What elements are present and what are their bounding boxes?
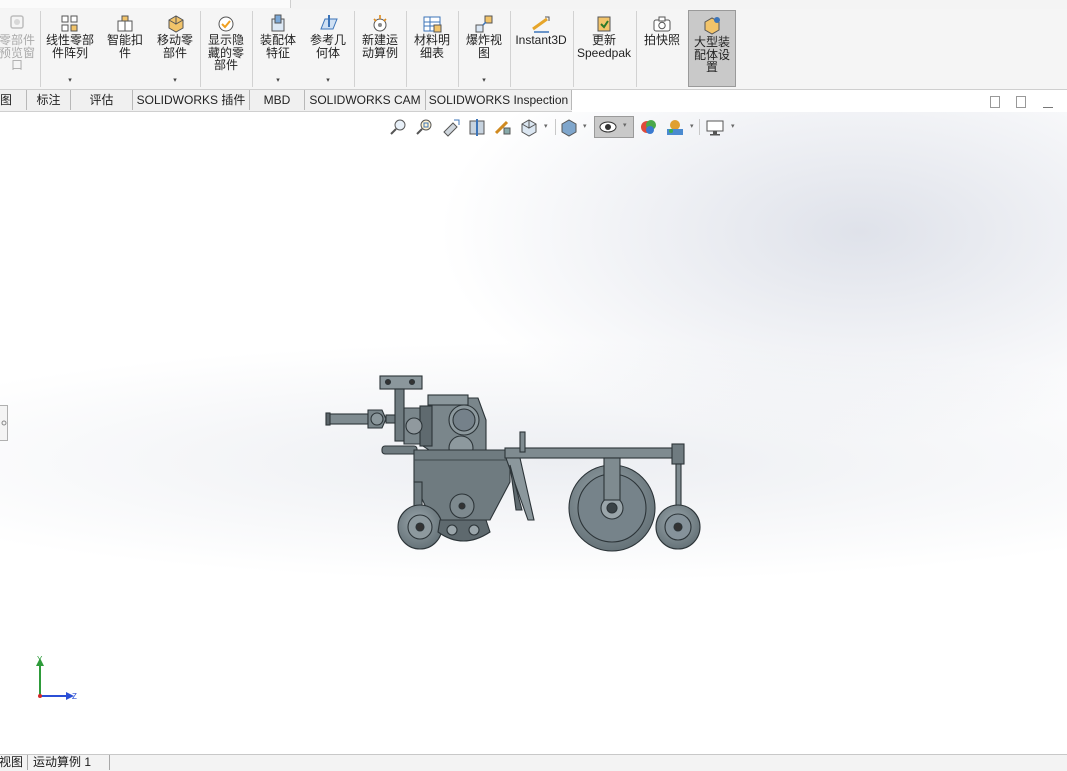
zoom-to-area-icon[interactable] — [415, 117, 435, 137]
section-view-icon[interactable] — [467, 117, 487, 137]
heads-up-view-toolbar: ▾ ▾ ▾ ▾ ▾ — [387, 116, 747, 138]
exploded-view-button[interactable]: 爆炸视 图 ▾ — [459, 9, 509, 89]
component-preview-window-button[interactable]: 零部件 预览窗 口 — [0, 9, 40, 89]
view-settings-icon[interactable] — [705, 117, 725, 137]
zoom-to-fit-icon[interactable] — [389, 117, 409, 137]
display-style-dropdown-icon[interactable]: ▾ — [583, 122, 587, 130]
bottom-tabs-bar: 视图 运动算例 1 — [0, 754, 1067, 771]
axis-y-label: Y — [37, 655, 43, 664]
feature-manager-collapse-handle[interactable] — [0, 405, 8, 441]
reference-geometry-button[interactable]: 参考几 何体 ▾ — [303, 9, 353, 89]
show-hidden-icon — [218, 16, 234, 32]
motion-study-icon — [373, 15, 387, 32]
command-manager-tabs: 图 标注 评估 SOLIDWORKS 插件 MBD SOLIDWORKS CAM… — [0, 90, 572, 112]
assembly-model[interactable] — [320, 370, 710, 555]
tab-mbd[interactable]: MBD — [250, 90, 305, 110]
assembly-feature-icon — [271, 14, 285, 32]
dropdown-caret-icon[interactable]: ▾ — [253, 76, 303, 84]
large-assembly-settings-button[interactable]: 大型装 配体设 置 — [688, 10, 736, 87]
dropdown-caret-icon[interactable]: ▾ — [303, 76, 353, 84]
axis-z-label: Z — [72, 692, 77, 701]
move-component-button[interactable]: 移动零 部件 ▾ — [151, 9, 199, 89]
smart-fastener-icon — [117, 15, 133, 32]
view-orientation-dropdown-icon[interactable]: ▾ — [544, 122, 548, 130]
preview-window-icon — [10, 15, 24, 29]
tile-left-icon[interactable] — [990, 96, 1000, 108]
exploded-view-icon — [475, 15, 493, 33]
display-style-icon[interactable] — [559, 117, 579, 137]
hide-show-items-icon — [599, 121, 617, 133]
new-motion-study-button[interactable]: 新建运 动算例 — [355, 9, 405, 89]
previous-view-icon[interactable] — [441, 117, 461, 137]
hud-separator — [699, 119, 700, 135]
camera-icon — [653, 16, 671, 32]
bom-table-icon — [423, 16, 442, 33]
dynamic-annotation-icon[interactable] — [493, 117, 513, 137]
tile-right-icon[interactable] — [1016, 96, 1026, 108]
edit-appearance-icon[interactable] — [639, 117, 659, 137]
instant3d-button[interactable]: Instant3D — [511, 9, 571, 89]
command-manager-ribbon: 零部件 预览窗 口 线性零部 件阵列 ▾ 智能扣 件 移动零 部件 ▾ 显示隐 … — [0, 9, 1067, 90]
take-snapshot-button[interactable]: 拍快照 — [637, 9, 687, 89]
coordinate-triad: Y Z — [36, 655, 77, 701]
reference-geometry-icon — [320, 15, 338, 30]
instant3d-icon — [532, 16, 550, 33]
window-controls — [987, 96, 1067, 112]
apply-scene-dropdown-icon[interactable]: ▾ — [690, 122, 694, 130]
hud-separator — [555, 119, 556, 135]
tab-sketch-partial[interactable]: 图 — [0, 90, 27, 110]
dropdown-caret-icon[interactable]: ▾ — [151, 76, 199, 84]
bill-of-materials-button[interactable]: 材料明 细表 — [407, 9, 457, 89]
hide-show-dropdown-icon[interactable]: ▾ — [623, 121, 627, 129]
document-tab[interactable] — [0, 0, 291, 8]
linear-pattern-icon — [61, 15, 78, 32]
tab-model-view[interactable]: 视图 — [0, 755, 28, 770]
dropdown-caret-icon[interactable]: ▾ — [459, 76, 509, 84]
tab-annotation[interactable]: 标注 — [27, 90, 71, 110]
view-orientation-icon[interactable] — [519, 117, 539, 137]
tab-motion-study-1[interactable]: 运动算例 1 — [28, 755, 110, 770]
apply-scene-icon[interactable] — [665, 117, 685, 137]
move-component-icon — [168, 15, 184, 33]
dropdown-caret-icon[interactable]: ▾ — [41, 76, 99, 84]
tab-solidworks-cam[interactable]: SOLIDWORKS CAM — [305, 90, 426, 110]
handle-dot-icon — [1, 420, 7, 426]
smart-fasteners-button[interactable]: 智能扣 件 — [101, 9, 149, 89]
large-assembly-icon — [704, 17, 720, 35]
tab-solidworks-inspection[interactable]: SOLIDWORKS Inspection — [426, 90, 572, 110]
linear-component-pattern-button[interactable]: 线性零部 件阵列 ▾ — [41, 9, 99, 89]
update-speedpak-button[interactable]: 更新 Speedpak — [574, 9, 634, 89]
tab-solidworks-addins[interactable]: SOLIDWORKS 插件 — [133, 90, 250, 110]
show-hidden-components-button[interactable]: 显示隐 藏的零 部件 — [201, 9, 251, 89]
minimize-icon[interactable] — [1043, 107, 1053, 108]
speedpak-icon — [597, 16, 611, 32]
tab-evaluate[interactable]: 评估 — [71, 90, 133, 110]
view-settings-dropdown-icon[interactable]: ▾ — [731, 122, 735, 130]
hide-show-items-active[interactable]: ▾ — [594, 116, 634, 138]
assembly-features-button[interactable]: 装配体 特征 ▾ — [253, 9, 303, 89]
